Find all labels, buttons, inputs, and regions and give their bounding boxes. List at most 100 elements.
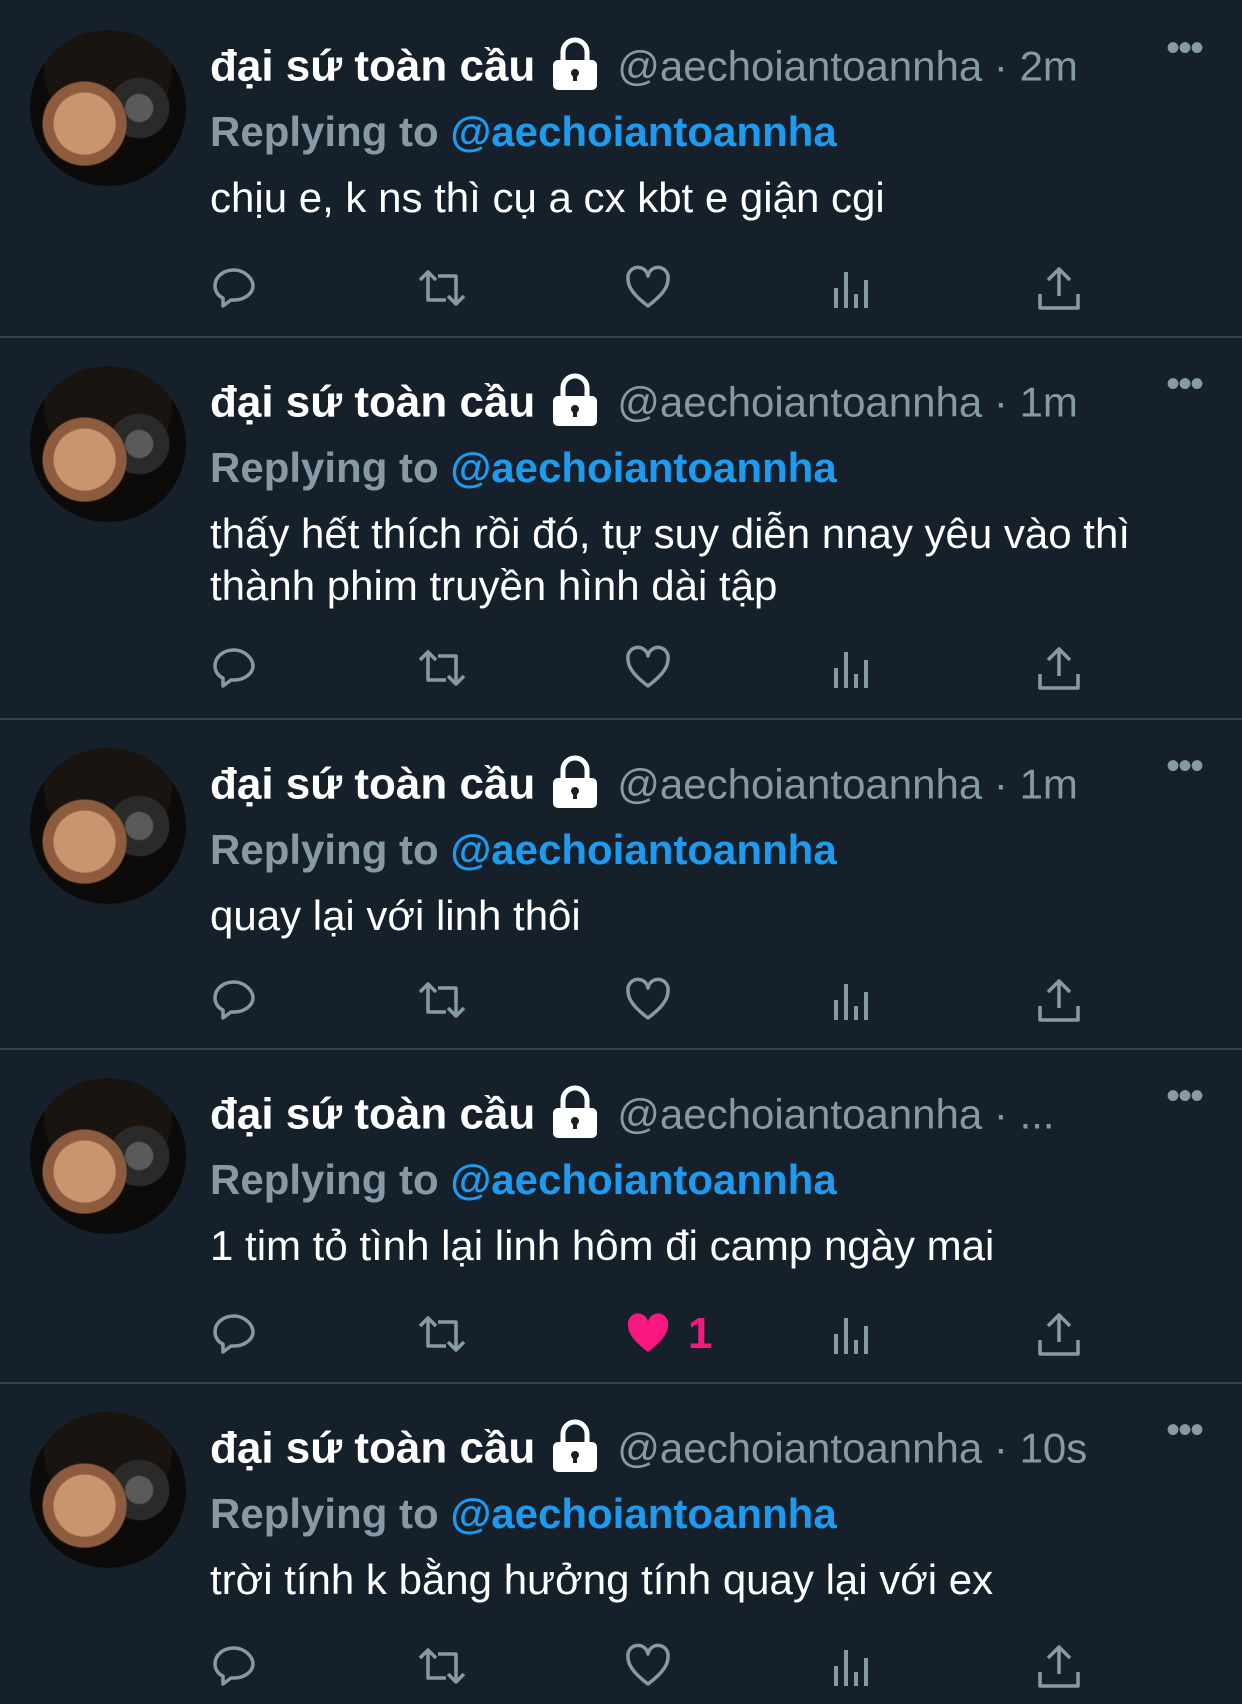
replying-mention[interactable]: @aechoiantoannha <box>450 826 836 873</box>
display-name[interactable]: đại sứ toàn cầu <box>210 1090 535 1139</box>
user-handle[interactable]: @aechoiantoannha <box>617 761 982 808</box>
avatar[interactable] <box>30 748 186 904</box>
tweet-text: 1 tim tỏ tình lại linh hôm đi camp ngày … <box>210 1222 995 1269</box>
views-button[interactable] <box>830 1636 874 1696</box>
share-button[interactable] <box>1036 1636 1082 1696</box>
share-icon <box>1038 267 1080 310</box>
reply-icon <box>213 1646 255 1686</box>
like-icon <box>626 645 670 688</box>
reply-button[interactable] <box>210 638 258 698</box>
share-button[interactable] <box>1036 258 1082 318</box>
retweet-button[interactable] <box>416 970 468 1030</box>
retweet-icon <box>418 982 466 1018</box>
action-bar <box>210 258 1110 318</box>
avatar[interactable] <box>30 1078 186 1234</box>
replying-mention[interactable]: @aechoiantoannha <box>450 1490 836 1537</box>
lock-icon <box>547 1084 603 1145</box>
more-icon[interactable]: ••• <box>1166 1408 1204 1453</box>
reply-button[interactable] <box>210 258 258 318</box>
display-name[interactable]: đại sứ toàn cầu <box>210 1424 535 1473</box>
replying-to: Replying to @aechoiantoannha <box>210 826 837 874</box>
retweet-button[interactable] <box>416 1304 468 1364</box>
more-icon[interactable]: ••• <box>1166 362 1204 407</box>
retweet-icon <box>418 1648 466 1684</box>
tweet[interactable]: đại sứ toàn cầu @aechoiantoannha · ... ••… <box>0 1048 1242 1384</box>
tweet-text: trời tính k bằng hưởng tính quay lại với… <box>210 1556 994 1603</box>
replying-mention[interactable]: @aechoiantoannha <box>450 108 836 155</box>
lock-icon <box>547 754 603 815</box>
separator: · <box>993 1090 1008 1138</box>
views-button[interactable] <box>830 638 874 698</box>
replying-prefix: Replying to <box>210 444 439 491</box>
replying-prefix: Replying to <box>210 108 439 155</box>
action-bar: 1 <box>210 1304 1110 1364</box>
user-handle[interactable]: @aechoiantoannha <box>617 379 982 426</box>
replying-to: Replying to @aechoiantoannha <box>210 444 837 492</box>
views-button[interactable] <box>830 970 874 1030</box>
action-bar <box>210 1636 1110 1696</box>
user-handle[interactable]: @aechoiantoannha <box>617 43 982 90</box>
like-button[interactable] <box>624 1636 672 1696</box>
retweet-icon <box>418 650 466 686</box>
separator: · <box>993 760 1008 808</box>
avatar[interactable] <box>30 30 186 186</box>
like-icon <box>626 977 670 1020</box>
replying-prefix: Replying to <box>210 826 439 873</box>
retweet-icon <box>418 1316 466 1352</box>
retweet-button[interactable] <box>416 258 468 318</box>
views-icon <box>834 1650 868 1686</box>
action-bar <box>210 638 1110 698</box>
separator: · <box>993 42 1008 90</box>
views-button[interactable] <box>830 258 874 318</box>
like-button[interactable] <box>624 638 672 698</box>
like-button[interactable]: 1 <box>624 1304 712 1364</box>
tweet-text: thấy hết thích rồi đó, tự suy diễn nnay … <box>210 510 1131 609</box>
reply-button[interactable] <box>210 1304 258 1364</box>
replying-to: Replying to @aechoiantoannha <box>210 1490 837 1538</box>
tweet[interactable]: đại sứ toàn cầu @aechoiantoannha · 10s ••… <box>0 1382 1242 1704</box>
user-handle[interactable]: @aechoiantoannha <box>617 1091 982 1138</box>
timestamp[interactable]: 2m <box>1020 43 1078 90</box>
share-icon <box>1038 1645 1080 1688</box>
avatar[interactable] <box>30 1412 186 1568</box>
replying-mention[interactable]: @aechoiantoannha <box>450 1156 836 1203</box>
views-button[interactable] <box>830 1304 874 1364</box>
reply-icon <box>213 1314 255 1354</box>
display-name[interactable]: đại sứ toàn cầu <box>210 42 535 91</box>
reply-thread: đại sứ toàn cầu @aechoiantoannha · 2m •••… <box>0 0 1242 1704</box>
replying-prefix: Replying to <box>210 1490 439 1537</box>
replying-prefix: Replying to <box>210 1156 439 1203</box>
avatar[interactable] <box>30 366 186 522</box>
timestamp[interactable]: ... <box>1020 1091 1055 1138</box>
more-icon[interactable]: ••• <box>1166 26 1204 71</box>
share-button[interactable] <box>1036 1304 1082 1364</box>
display-name[interactable]: đại sứ toàn cầu <box>210 378 535 427</box>
reply-button[interactable] <box>210 1636 258 1696</box>
retweet-button[interactable] <box>416 638 468 698</box>
share-button[interactable] <box>1036 638 1082 698</box>
retweet-button[interactable] <box>416 1636 468 1696</box>
display-name[interactable]: đại sứ toàn cầu <box>210 760 535 809</box>
timestamp[interactable]: 1m <box>1020 761 1078 808</box>
replying-to: Replying to @aechoiantoannha <box>210 1156 837 1204</box>
separator: · <box>993 1424 1008 1472</box>
timestamp[interactable]: 10s <box>1020 1425 1088 1472</box>
views-icon <box>834 272 868 308</box>
tweet[interactable]: đại sứ toàn cầu @aechoiantoannha · 2m •••… <box>0 0 1242 338</box>
reply-button[interactable] <box>210 970 258 1030</box>
more-icon[interactable]: ••• <box>1166 744 1204 789</box>
tweet[interactable]: đại sứ toàn cầu @aechoiantoannha · 1m •••… <box>0 336 1242 720</box>
like-count: 1 <box>688 1309 713 1358</box>
share-icon <box>1038 647 1080 690</box>
share-button[interactable] <box>1036 970 1082 1030</box>
share-icon <box>1038 979 1080 1022</box>
action-bar <box>210 970 1110 1030</box>
timestamp[interactable]: 1m <box>1020 379 1078 426</box>
like-icon <box>626 1643 670 1686</box>
like-button[interactable] <box>624 258 672 318</box>
like-button[interactable] <box>624 970 672 1030</box>
more-icon[interactable]: ••• <box>1166 1074 1204 1119</box>
replying-mention[interactable]: @aechoiantoannha <box>450 444 836 491</box>
tweet[interactable]: đại sứ toàn cầu @aechoiantoannha · 1m •••… <box>0 718 1242 1050</box>
user-handle[interactable]: @aechoiantoannha <box>617 1425 982 1472</box>
